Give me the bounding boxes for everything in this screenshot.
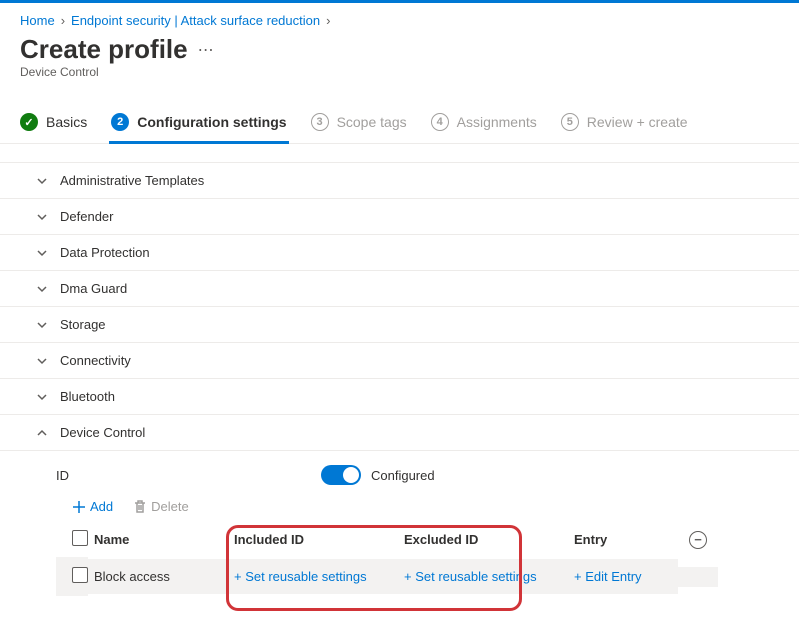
chevron-down-icon bbox=[36, 391, 48, 403]
step-number-icon: 5 bbox=[561, 113, 579, 131]
tab-basics[interactable]: ✓ Basics bbox=[20, 103, 87, 143]
delete-label: Delete bbox=[151, 499, 189, 514]
more-actions-button[interactable]: ⋯ bbox=[198, 40, 214, 60]
row-name: Block access bbox=[88, 559, 228, 594]
collapse-columns-button[interactable]: − bbox=[689, 531, 707, 549]
section-label: Dma Guard bbox=[60, 281, 127, 296]
section-label: Bluetooth bbox=[60, 389, 115, 404]
edit-entry-button[interactable]: + Edit Entry bbox=[568, 559, 678, 594]
plus-icon bbox=[72, 500, 86, 514]
section-storage[interactable]: Storage bbox=[0, 307, 799, 343]
section-defender[interactable]: Defender bbox=[0, 199, 799, 235]
step-number-icon: 4 bbox=[431, 113, 449, 131]
tab-configuration-settings[interactable]: 2 Configuration settings bbox=[111, 103, 286, 143]
section-label: Device Control bbox=[60, 425, 145, 440]
col-entry: Entry bbox=[568, 524, 678, 555]
col-included-id: Included ID bbox=[228, 524, 398, 555]
row-checkbox[interactable] bbox=[72, 567, 88, 583]
section-bluetooth[interactable]: Bluetooth bbox=[0, 379, 799, 415]
section-label: Connectivity bbox=[60, 353, 131, 368]
set-reusable-excluded-button[interactable]: + Set reusable settings bbox=[398, 559, 568, 594]
chevron-right-icon: › bbox=[61, 13, 65, 28]
add-button[interactable]: Add bbox=[72, 499, 113, 514]
tab-label: Basics bbox=[46, 114, 87, 130]
check-icon: ✓ bbox=[20, 113, 38, 131]
configured-label: Configured bbox=[371, 468, 435, 483]
col-name: Name bbox=[88, 524, 228, 555]
set-reusable-included-button[interactable]: + Set reusable settings bbox=[228, 559, 398, 594]
chevron-down-icon bbox=[36, 175, 48, 187]
section-connectivity[interactable]: Connectivity bbox=[0, 343, 799, 379]
chevron-down-icon bbox=[36, 283, 48, 295]
breadcrumb-home[interactable]: Home bbox=[20, 13, 55, 28]
chevron-right-icon: › bbox=[326, 13, 330, 28]
select-all-checkbox[interactable] bbox=[72, 530, 88, 546]
chevron-down-icon bbox=[36, 247, 48, 259]
breadcrumb-parent[interactable]: Endpoint security | Attack surface reduc… bbox=[71, 13, 320, 28]
page-subtitle: Device Control bbox=[0, 65, 799, 103]
id-label: ID bbox=[56, 468, 69, 483]
section-label: Data Protection bbox=[60, 245, 150, 260]
section-administrative-templates[interactable]: Administrative Templates bbox=[0, 162, 799, 199]
section-device-control[interactable]: Device Control bbox=[0, 415, 799, 451]
tab-review-create[interactable]: 5 Review + create bbox=[561, 103, 688, 143]
wizard-tabs: ✓ Basics 2 Configuration settings 3 Scop… bbox=[0, 103, 799, 144]
tab-label: Assignments bbox=[457, 114, 537, 130]
tab-label: Scope tags bbox=[337, 114, 407, 130]
toggle-knob-icon bbox=[343, 467, 359, 483]
configured-toggle[interactable] bbox=[321, 465, 361, 485]
settings-sections: Administrative Templates Defender Data P… bbox=[0, 162, 799, 626]
section-dma-guard[interactable]: Dma Guard bbox=[0, 271, 799, 307]
chevron-down-icon bbox=[36, 211, 48, 223]
entries-table: Name Included ID Excluded ID Entry − Blo… bbox=[56, 522, 799, 596]
tab-assignments[interactable]: 4 Assignments bbox=[431, 103, 537, 143]
section-label: Storage bbox=[60, 317, 106, 332]
step-number-icon: 3 bbox=[311, 113, 329, 131]
step-number-icon: 2 bbox=[111, 113, 129, 131]
trash-icon bbox=[133, 500, 147, 514]
breadcrumb: Home › Endpoint security | Attack surfac… bbox=[0, 3, 799, 32]
chevron-down-icon bbox=[36, 319, 48, 331]
tab-label: Configuration settings bbox=[137, 114, 286, 130]
chevron-down-icon bbox=[36, 355, 48, 367]
tab-scope-tags[interactable]: 3 Scope tags bbox=[311, 103, 407, 143]
device-control-body: ID Configured Add Delete bbox=[0, 451, 799, 626]
page-title: Create profile bbox=[20, 34, 188, 65]
delete-button: Delete bbox=[133, 499, 189, 514]
section-data-protection[interactable]: Data Protection bbox=[0, 235, 799, 271]
chevron-up-icon bbox=[36, 427, 48, 439]
add-label: Add bbox=[90, 499, 113, 514]
tab-label: Review + create bbox=[587, 114, 688, 130]
col-excluded-id: Excluded ID bbox=[398, 524, 568, 555]
section-label: Administrative Templates bbox=[60, 173, 204, 188]
section-label: Defender bbox=[60, 209, 113, 224]
